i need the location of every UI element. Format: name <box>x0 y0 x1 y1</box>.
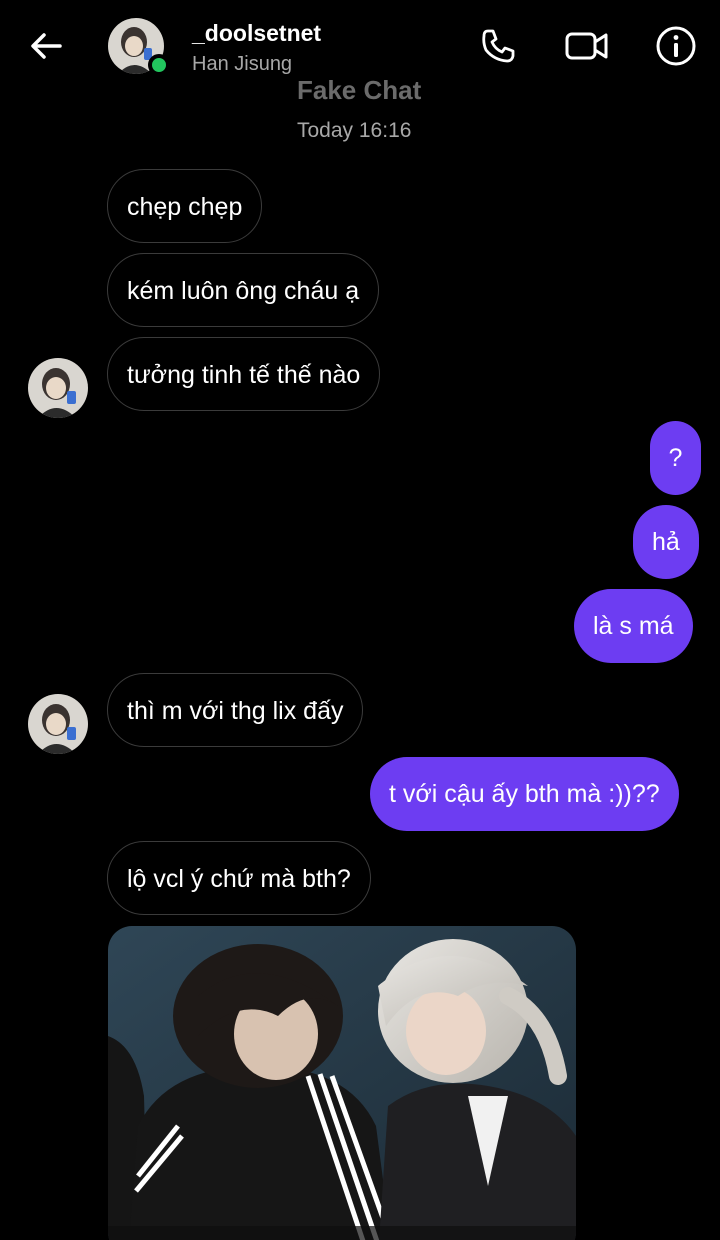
sender-avatar[interactable] <box>28 358 88 418</box>
incoming-message[interactable]: tưởng tinh tế thế nào <box>107 337 381 411</box>
chat-screen: _doolsetnet Han Jisung Fake Chat Today 1… <box>0 0 720 1240</box>
incoming-message[interactable]: thì m với thg lix đấy <box>107 673 364 747</box>
info-button[interactable] <box>652 22 700 70</box>
arrow-left-icon <box>31 33 62 59</box>
outgoing-message[interactable]: t với cậu ấy bth mà :))?? <box>370 757 679 831</box>
incoming-message[interactable]: lộ vcl ý chứ mà bth? <box>107 841 371 915</box>
voice-call-button[interactable] <box>474 22 522 70</box>
header-avatar[interactable] <box>108 18 170 76</box>
back-button[interactable] <box>22 22 70 70</box>
contact-display-name: Han Jisung <box>192 53 293 75</box>
outgoing-message[interactable]: ? <box>650 421 701 495</box>
photo-message[interactable] <box>108 926 576 1240</box>
conversation-timestamp: Today 16:16 <box>297 119 412 142</box>
watermark-text: Fake Chat <box>297 75 422 105</box>
phone-icon <box>482 29 515 63</box>
sender-avatar[interactable] <box>28 694 88 754</box>
video-camera-icon <box>565 32 608 60</box>
incoming-message[interactable]: chẹp chẹp <box>107 169 263 243</box>
incoming-message[interactable]: kém luôn ông cháu ạ <box>107 253 380 327</box>
photo-image <box>108 926 576 1240</box>
outgoing-message[interactable]: hả <box>633 505 699 579</box>
outgoing-message[interactable]: là s má <box>574 589 693 663</box>
info-icon <box>656 26 696 66</box>
video-call-button[interactable] <box>563 22 611 70</box>
online-status-dot <box>148 54 170 76</box>
contact-username[interactable]: _doolsetnet <box>192 20 321 47</box>
